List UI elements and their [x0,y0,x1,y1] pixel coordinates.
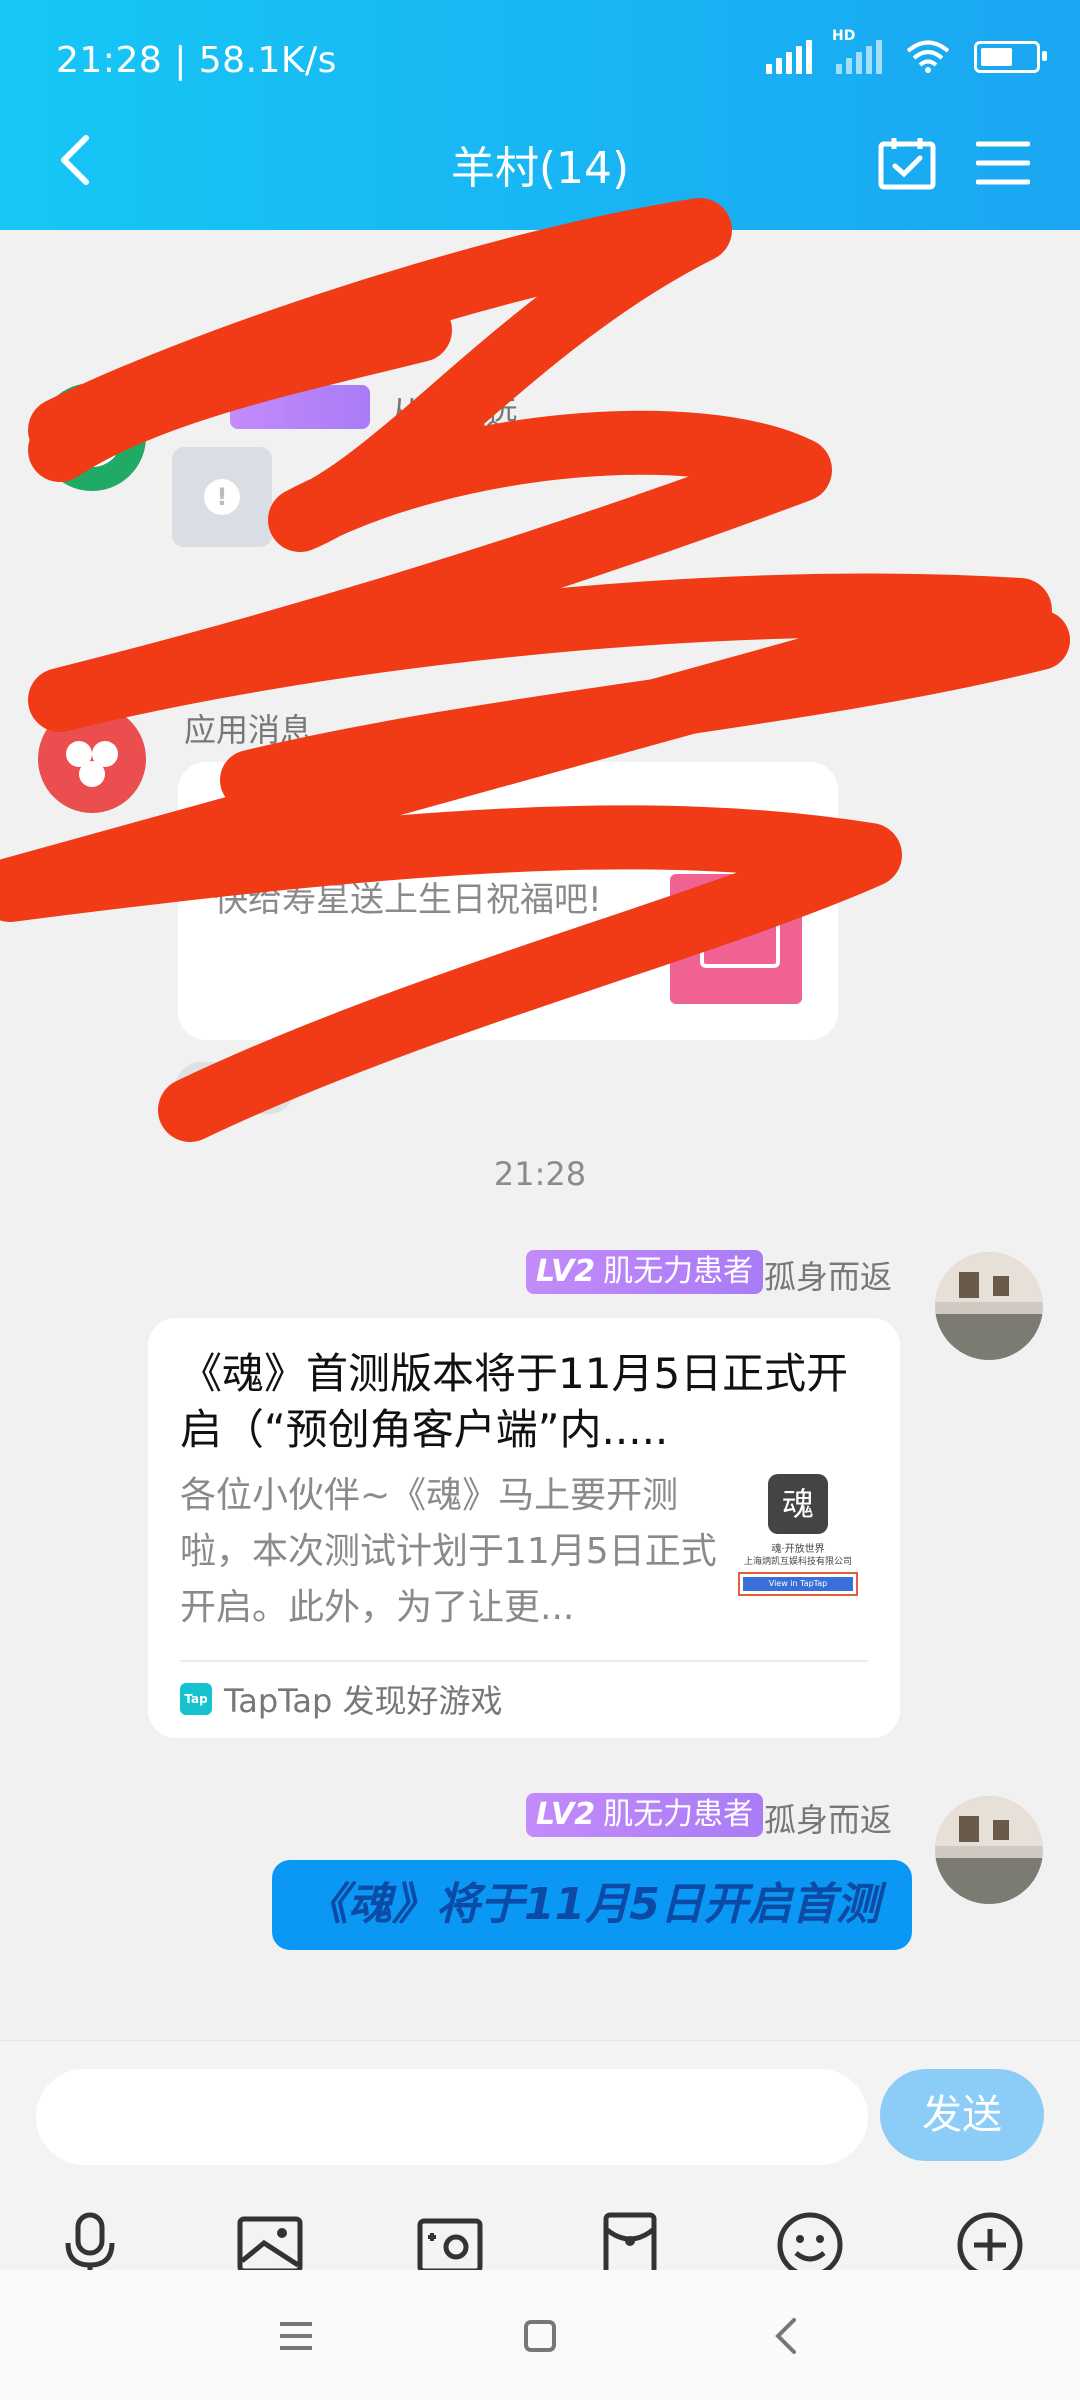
red-scribble [0,198,1070,1142]
recent-apps-icon[interactable] [274,2314,318,2358]
signal-hd-icon: HD [832,28,882,74]
home-icon[interactable] [518,2314,562,2358]
network-label: HD [832,28,856,44]
message-bubble[interactable]: 《魂》将于11月5日开启首测 [272,1860,912,1950]
status-time: 21:28 | 58.1K/s [56,40,337,81]
message-input[interactable] [36,2069,868,2165]
user-avatar[interactable] [935,1796,1043,1904]
system-nav-bar [0,2270,1080,2400]
card-source-label: TapTap 发现好游戏 [224,1682,503,1720]
sender-name: 孤身而返 [764,1258,893,1296]
thumb-title: 魂·开放世界 [771,1544,825,1555]
badge-title: 肌无力患者 [603,1797,754,1832]
card-description: 各位小伙伴~《魂》马上要开测啦，本次测试计划于11月5日正式开启。此外，为了让更… [180,1475,717,1628]
card-thumbnail: 魂 魂·开放世界 上海炳凯互娱科技有限公司 View in TapTap [728,1468,868,1618]
battery-icon [974,41,1047,73]
user-avatar[interactable] [935,1252,1043,1360]
taptap-icon: Tap [180,1683,212,1715]
thumb-button: View in TapTap [738,1572,858,1596]
game-logo: 魂 [768,1474,828,1534]
back-nav-icon[interactable] [766,2314,810,2358]
level-badge: LV2 肌无力患者 [526,1793,764,1837]
wifi-icon [906,40,950,73]
status-icons: HD [766,28,1047,74]
share-card[interactable]: 《魂》首测版本将于11月5日正式开启（“预创角客户端”内..... 各位小伙伴~… [148,1318,900,1738]
card-divider [180,1660,868,1662]
input-bar: 发送 [0,2040,1080,2278]
card-title: 《魂》首测版本将于11月5日正式开启（“预创角客户端”内..... [180,1349,849,1454]
thumb-company: 上海炳凯互娱科技有限公司 [743,1557,852,1567]
thumb-button-label: View in TapTap [743,1577,853,1591]
send-button[interactable]: 发送 [880,2069,1044,2161]
badge-level: LV2 [536,1254,596,1289]
level-badge: LV2 肌无力患者 [526,1250,764,1294]
badge-level: LV2 [536,1797,596,1832]
badge-title: 肌无力患者 [603,1254,754,1289]
card-source: Tap TapTap 发现好游戏 [180,1676,503,1722]
signal-icon [766,40,812,74]
game-logo-text: 魂 [781,1485,814,1523]
message-timestamp: 21:28 [493,1155,587,1193]
sender-name: 孤身而返 [764,1801,893,1839]
